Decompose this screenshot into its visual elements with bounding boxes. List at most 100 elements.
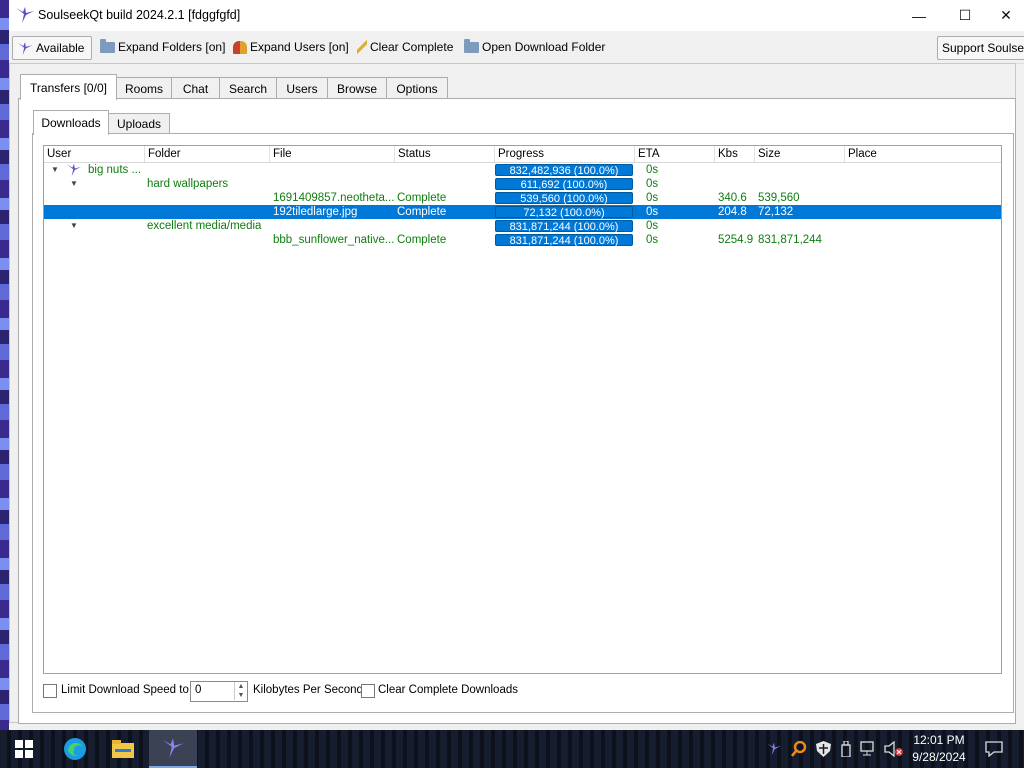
title-bar: SoulseekQt build 2024.2.1 [fdggfgfd] — ☐… bbox=[9, 0, 1024, 31]
tray-clock[interactable]: 12:01 PM 9/28/2024 bbox=[908, 731, 970, 767]
progress-bar: 831,871,244 (100.0%) bbox=[495, 220, 633, 233]
progress-bar: 831,871,244 (100.0%) bbox=[495, 234, 633, 247]
close-button[interactable]: ✕ bbox=[988, 0, 1024, 31]
available-label: Available bbox=[36, 41, 85, 55]
clear-complete-downloads-label: Clear Complete Downloads bbox=[378, 684, 518, 696]
col-status[interactable]: Status bbox=[395, 146, 495, 162]
spin-up-icon[interactable]: ▲ bbox=[234, 682, 247, 691]
collapse-arrow-icon[interactable]: ▼ bbox=[70, 177, 78, 191]
usb-drive-icon bbox=[841, 741, 851, 757]
col-file[interactable]: File bbox=[270, 146, 395, 162]
tray-network[interactable] bbox=[858, 730, 880, 768]
cell-size: 72,132 bbox=[758, 206, 794, 218]
notifications-button[interactable] bbox=[976, 730, 1012, 768]
edge-taskbar-button[interactable] bbox=[51, 730, 99, 768]
col-progress[interactable]: Progress bbox=[495, 146, 635, 162]
expand-folders-button[interactable]: Expand Folders [on] bbox=[100, 36, 225, 58]
cell-kbs: 204.8 bbox=[718, 206, 747, 218]
col-place[interactable]: Place bbox=[845, 146, 1001, 162]
clock-time: 12:01 PM bbox=[913, 733, 965, 747]
speed-limit-spinbox[interactable]: 0 ▲ ▼ bbox=[190, 681, 248, 702]
cell-eta: 0s bbox=[646, 220, 659, 232]
limit-speed-label: Limit Download Speed to bbox=[61, 684, 189, 696]
broom-icon bbox=[357, 40, 367, 54]
desktop-background-strip bbox=[0, 0, 9, 730]
cell-eta: 0s bbox=[646, 234, 659, 246]
limit-speed-checkbox[interactable] bbox=[43, 684, 57, 698]
tray-security[interactable] bbox=[812, 730, 834, 768]
open-download-folder-label: Open Download Folder bbox=[482, 40, 606, 54]
col-kbs[interactable]: Kbs bbox=[715, 146, 755, 162]
unit-label: Kilobytes Per Second bbox=[253, 684, 363, 696]
table-row-selected[interactable]: 192tiledlarge.jpg Complete 72,132 (100.0… bbox=[44, 205, 1001, 219]
clear-complete-downloads-checkbox[interactable] bbox=[361, 684, 375, 698]
support-soulseek-button[interactable]: Support Soulseek bbox=[937, 36, 1024, 60]
table-row[interactable]: bbb_sunflower_native... Complete 831,871… bbox=[44, 233, 1001, 247]
start-button[interactable] bbox=[0, 730, 48, 768]
clock-date: 9/28/2024 bbox=[912, 750, 966, 764]
volume-muted-icon bbox=[884, 741, 903, 757]
cell-status: Complete bbox=[397, 234, 447, 246]
progress-bar: 611,692 (100.0%) bbox=[495, 178, 633, 191]
collapse-arrow-icon[interactable]: ▼ bbox=[70, 219, 78, 233]
expand-users-button[interactable]: Expand Users [on] bbox=[233, 36, 349, 58]
tray-volume[interactable] bbox=[882, 730, 906, 768]
window-title: SoulseekQt build 2024.2.1 [fdggfgfd] bbox=[38, 8, 241, 22]
tab-chat[interactable]: Chat bbox=[171, 77, 220, 99]
tab-search[interactable]: Search bbox=[219, 77, 277, 99]
table-header: User Folder File Status Progress ETA Kbs… bbox=[44, 146, 1001, 163]
clear-complete-button[interactable]: Clear Complete bbox=[357, 36, 453, 58]
cell-eta: 0s bbox=[646, 192, 659, 204]
available-button[interactable]: Available bbox=[12, 36, 92, 60]
status-bird-icon bbox=[17, 41, 33, 55]
table-row[interactable]: ▼ big nuts ... 832,482,936 (100.0%) 0s bbox=[44, 163, 1001, 177]
col-user[interactable]: User bbox=[44, 146, 145, 162]
cell-kbs: 5254.9 bbox=[718, 234, 754, 246]
soulseek-taskbar-button[interactable] bbox=[149, 730, 197, 768]
cell-kbs: 340.6 bbox=[718, 192, 747, 204]
speed-limit-value[interactable]: 0 bbox=[195, 684, 201, 696]
downloads-table[interactable]: User Folder File Status Progress ETA Kbs… bbox=[43, 145, 1002, 674]
tray-usb[interactable] bbox=[836, 730, 856, 768]
cell-eta: 0s bbox=[646, 178, 659, 190]
clear-complete-label: Clear Complete bbox=[370, 40, 454, 54]
user-bird-icon bbox=[67, 163, 81, 177]
open-download-folder-button[interactable]: Open Download Folder bbox=[464, 36, 605, 58]
file-explorer-icon bbox=[112, 740, 134, 758]
cell-eta: 0s bbox=[646, 206, 659, 218]
tray-soulseek[interactable] bbox=[764, 730, 784, 768]
notification-icon bbox=[985, 741, 1003, 757]
users-icon bbox=[233, 40, 247, 54]
tab-transfers[interactable]: Transfers [0/0] bbox=[20, 74, 117, 100]
tab-users[interactable]: Users bbox=[276, 77, 328, 99]
tray-search[interactable] bbox=[788, 730, 810, 768]
col-folder[interactable]: Folder bbox=[145, 146, 270, 162]
table-row[interactable]: ▼ excellent media/media 831,871,244 (100… bbox=[44, 219, 1001, 233]
expand-folders-label: Expand Folders [on] bbox=[118, 40, 226, 54]
subtab-uploads[interactable]: Uploads bbox=[108, 113, 170, 134]
cell-file: bbb_sunflower_native... bbox=[273, 234, 394, 246]
table-row[interactable]: 1691409857.neotheta... Complete 539,560 … bbox=[44, 191, 1001, 205]
collapse-arrow-icon[interactable]: ▼ bbox=[51, 163, 59, 177]
spin-down-icon[interactable]: ▼ bbox=[234, 691, 247, 700]
folder-icon bbox=[100, 38, 115, 53]
edge-icon bbox=[64, 738, 86, 760]
col-size[interactable]: Size bbox=[755, 146, 845, 162]
maximize-button[interactable]: ☐ bbox=[942, 0, 988, 31]
magnifier-icon bbox=[791, 741, 807, 757]
cell-file: 192tiledlarge.jpg bbox=[273, 206, 358, 218]
col-eta[interactable]: ETA bbox=[635, 146, 715, 162]
cell-file: 1691409857.neotheta... bbox=[273, 192, 394, 204]
tab-browse[interactable]: Browse bbox=[327, 77, 387, 99]
subtab-downloads[interactable]: Downloads bbox=[33, 110, 109, 135]
cell-eta: 0s bbox=[646, 164, 659, 176]
file-explorer-taskbar-button[interactable] bbox=[99, 730, 147, 768]
cell-user: big nuts ... bbox=[88, 164, 142, 176]
table-row[interactable]: ▼ hard wallpapers 611,692 (100.0%) 0s bbox=[44, 177, 1001, 191]
tab-options[interactable]: Options bbox=[386, 77, 448, 99]
cell-size: 539,560 bbox=[758, 192, 800, 204]
progress-bar: 832,482,936 (100.0%) bbox=[495, 164, 633, 177]
minimize-button[interactable]: — bbox=[896, 0, 942, 31]
tab-rooms[interactable]: Rooms bbox=[116, 77, 172, 99]
progress-bar: 539,560 (100.0%) bbox=[495, 192, 633, 205]
